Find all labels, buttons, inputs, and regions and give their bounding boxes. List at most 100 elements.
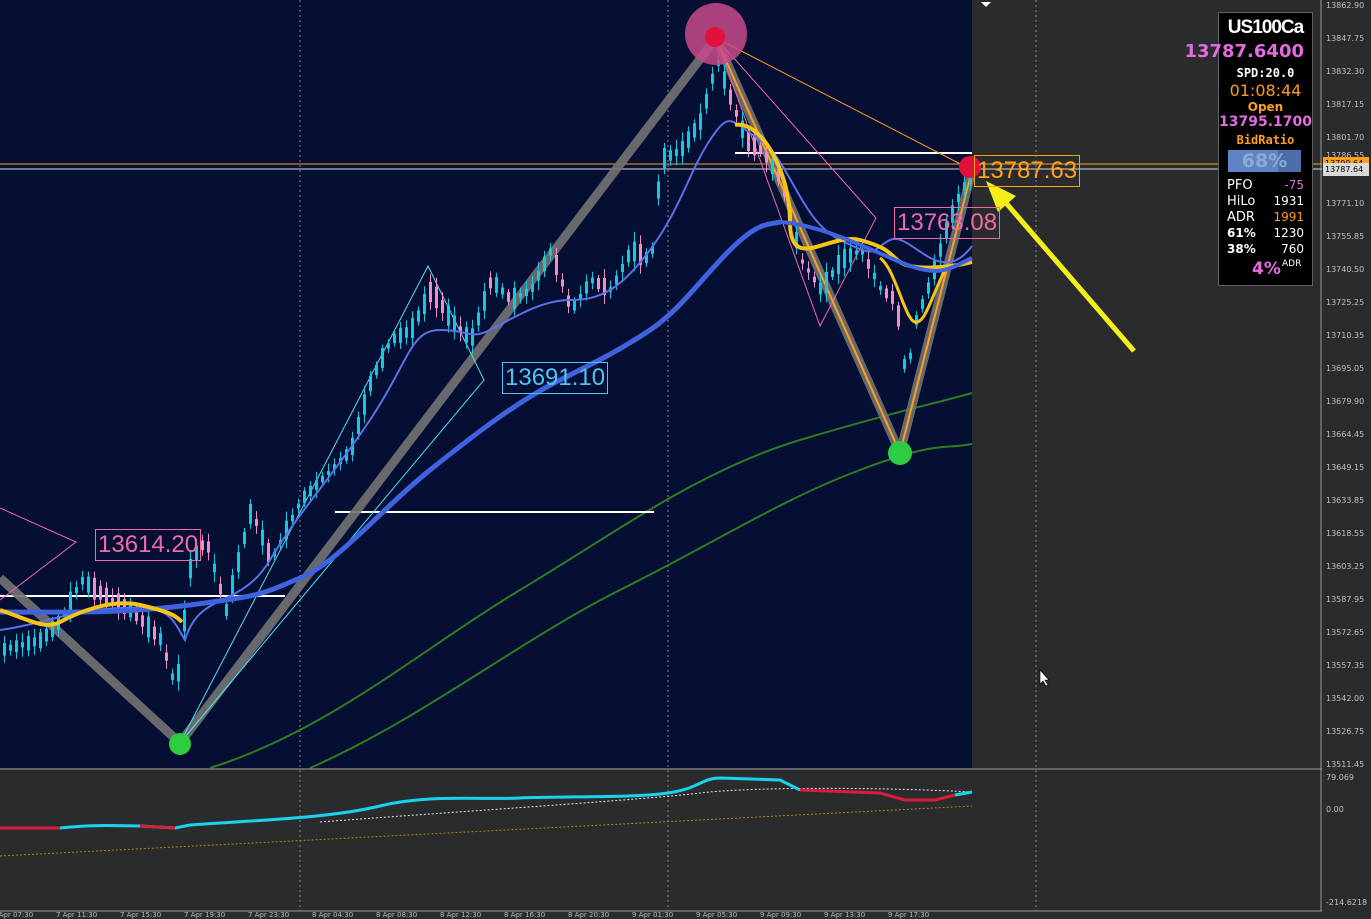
candle-body — [693, 123, 696, 138]
candle-body — [3, 642, 6, 656]
candle-countdown: 01:08:44 — [1229, 81, 1302, 100]
time-tick: 7 Apr 23:30 — [248, 911, 290, 919]
candle-body — [825, 271, 828, 294]
candle-body — [813, 276, 816, 283]
candle-body — [885, 288, 888, 299]
candle-body — [447, 305, 450, 326]
time-tick: 9 Apr 09:30 — [760, 911, 802, 919]
adr-percent-suffix: ADR — [1282, 259, 1302, 269]
candle-body — [621, 263, 624, 273]
candle-body — [33, 637, 36, 647]
candle-body — [657, 181, 660, 199]
candle-body — [537, 271, 540, 281]
candle-body — [303, 490, 306, 504]
candle-body — [255, 519, 258, 526]
indicator-tick: -214.6218 — [1326, 898, 1368, 907]
candle-body — [669, 150, 672, 161]
candle-body — [87, 576, 90, 593]
candle-body — [21, 642, 24, 648]
swing-high-dot — [705, 27, 725, 47]
price-tick: 13572.65 — [1326, 628, 1365, 637]
price-tick: 13618.55 — [1326, 529, 1365, 538]
time-tick: 8 Apr 16:30 — [504, 911, 546, 919]
price-tick: 13725.25 — [1326, 298, 1365, 307]
candle-body — [417, 310, 420, 322]
candle-body — [387, 343, 390, 349]
time-tick: 7 Apr 15:30 — [120, 911, 162, 919]
price-tick: 13817.15 — [1326, 100, 1365, 109]
price-tick: 13557.35 — [1326, 661, 1365, 670]
candle-body — [369, 375, 372, 392]
candle-body — [69, 591, 72, 613]
bid-price-tag: 13787.64 — [1323, 163, 1369, 176]
candle-body — [507, 292, 510, 302]
indicator-tick: 79.069 — [1326, 773, 1354, 782]
candle-body — [9, 644, 12, 651]
candle-body — [423, 293, 426, 315]
time-tick: 8 Apr 20:30 — [568, 911, 610, 919]
stat-label: ADR — [1227, 210, 1255, 225]
candle-body — [543, 256, 546, 272]
candle-body — [483, 291, 486, 311]
price-label-cyan: 13691.10 — [502, 362, 609, 394]
candle-body — [879, 285, 882, 291]
price-tick: 13511.45 — [1326, 760, 1365, 769]
candle-body — [165, 652, 168, 661]
candle-body — [843, 248, 846, 269]
candle-body — [159, 632, 162, 646]
candle-body — [747, 131, 750, 152]
time-tick: 8 Apr 12:30 — [440, 911, 482, 919]
candle-body — [183, 609, 186, 632]
time-tick: 9 Apr 01:30 — [632, 911, 674, 919]
time-tick: 8 Apr 08:30 — [376, 911, 418, 919]
candle-body — [591, 277, 594, 284]
candle-body — [237, 552, 240, 572]
candle-body — [699, 113, 702, 130]
candle-body — [705, 93, 708, 109]
stat-value: -75 — [1284, 178, 1304, 192]
candle-body — [753, 135, 756, 156]
candle-body — [501, 287, 504, 295]
price-tick: 13740.50 — [1326, 265, 1365, 274]
candle-body — [675, 149, 678, 156]
time-tick: 9 Apr 13:30 — [824, 911, 866, 919]
bid-ratio-bar: 68% — [1228, 150, 1301, 172]
candle-body — [405, 327, 408, 338]
stat-label: 61% — [1227, 226, 1256, 240]
price-tick: 13587.95 — [1326, 595, 1365, 604]
price-tick: 13679.90 — [1326, 397, 1365, 406]
candle-body — [441, 300, 444, 313]
spread: SPD:20.0 — [1236, 66, 1295, 80]
candle-body — [855, 250, 858, 255]
price-tick: 13862.90 — [1326, 1, 1365, 10]
candle-body — [411, 317, 414, 339]
candle-body — [453, 315, 456, 331]
candle-body — [243, 531, 246, 545]
price-tick: 13526.75 — [1326, 727, 1365, 736]
candle-body — [555, 254, 558, 276]
price-label-pink-left: 13614.20 — [95, 529, 202, 561]
candle-body — [357, 416, 360, 435]
candle-body — [771, 158, 774, 175]
indicator-pane — [0, 770, 1320, 911]
candle-body — [573, 300, 576, 311]
stat-label: 38% — [1227, 242, 1256, 256]
candle-body — [837, 254, 840, 275]
price-chart[interactable] — [0, 0, 1371, 919]
price-tick: 13771.10 — [1326, 199, 1365, 208]
candle-body — [897, 305, 900, 327]
adr-percent: 4% — [1252, 259, 1281, 279]
time-tick: 8 Apr 04:30 — [312, 911, 354, 919]
price-tick: 13710.35 — [1326, 331, 1365, 340]
candle-body — [153, 626, 156, 640]
candle-body — [207, 541, 210, 553]
candle-body — [735, 110, 738, 117]
candle-body — [399, 328, 402, 343]
candle-body — [435, 286, 438, 309]
candle-body — [213, 563, 216, 573]
candle-body — [477, 312, 480, 326]
candle-body — [513, 287, 516, 310]
time-tick: 6 Apr 07:30 — [0, 911, 34, 919]
candle-body — [15, 640, 18, 653]
price-tick: 13695.05 — [1326, 364, 1365, 373]
